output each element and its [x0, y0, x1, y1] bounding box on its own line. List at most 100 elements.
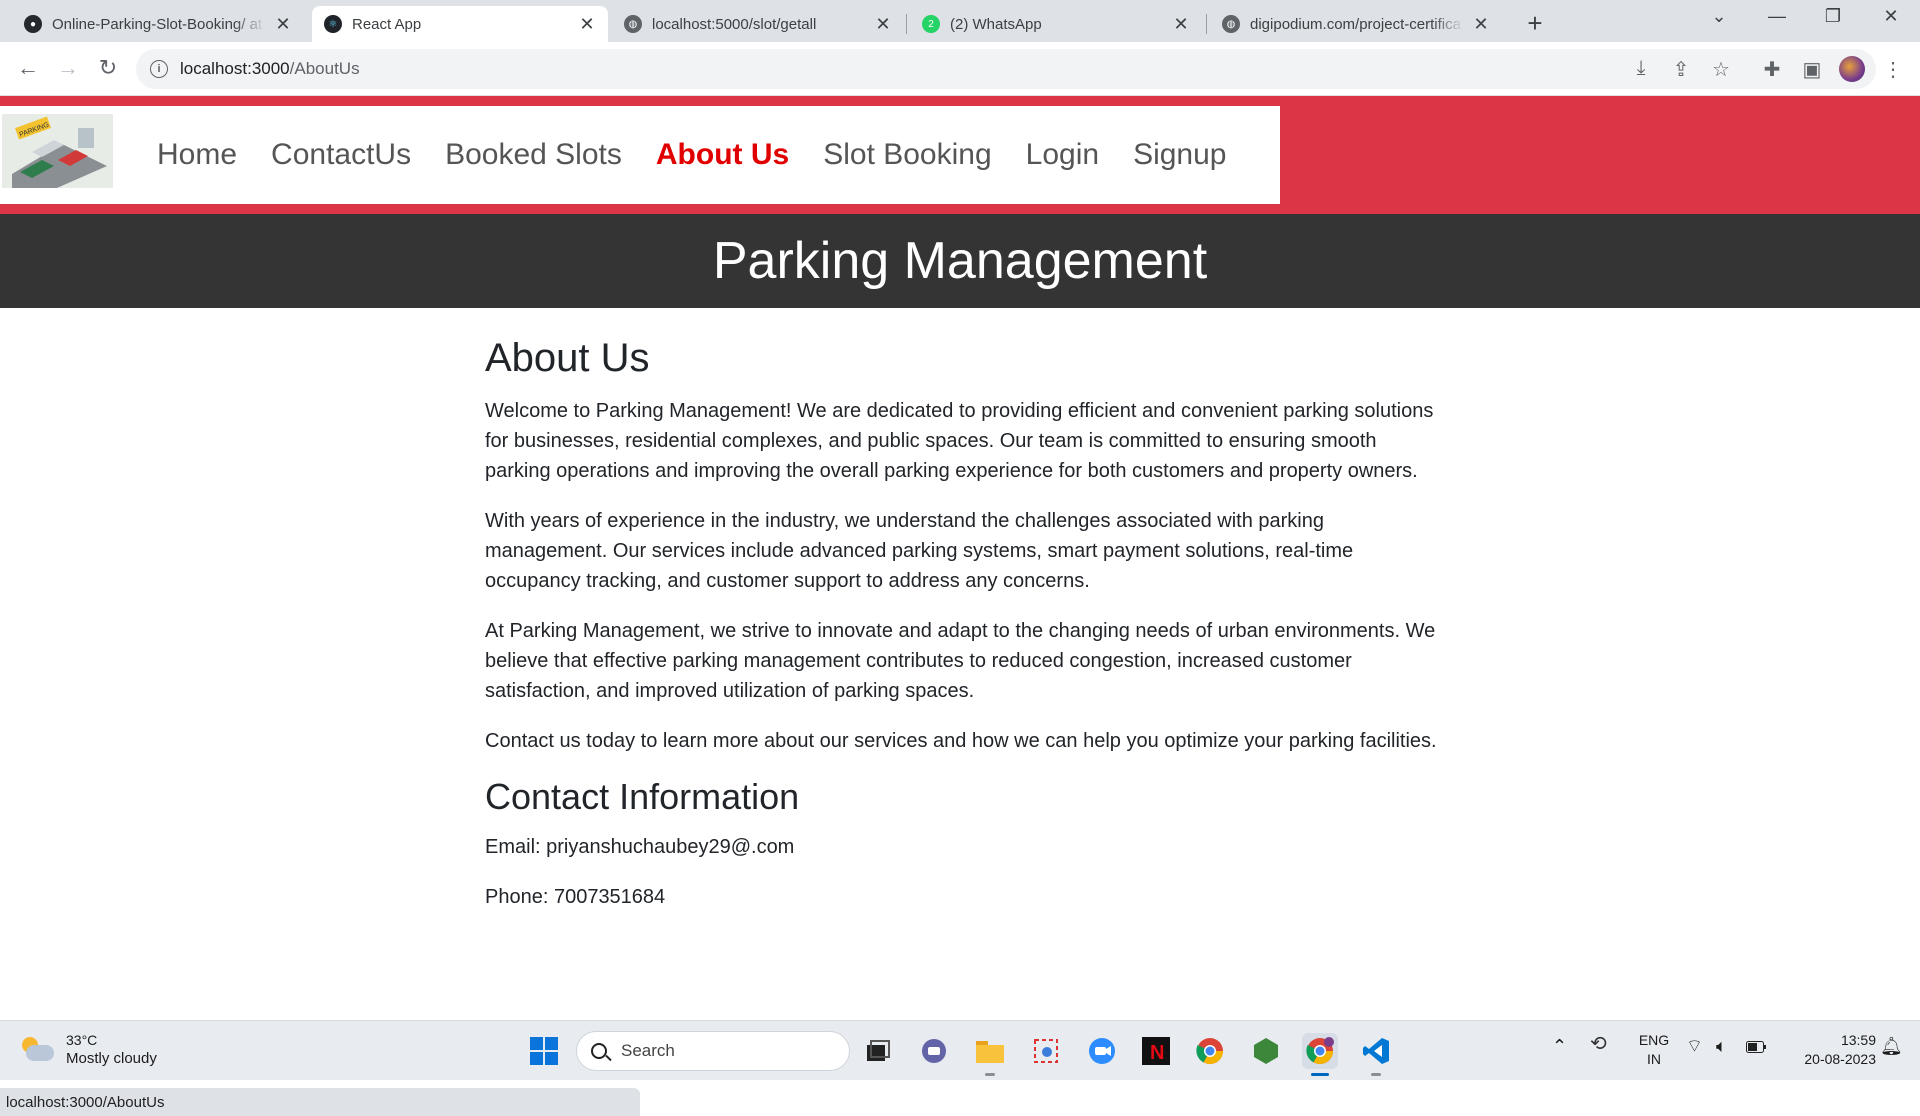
search-icon [591, 1043, 607, 1059]
contact-email: Email: priyanshuchaubey29@.com [485, 836, 795, 858]
tab-title: React App [352, 15, 422, 33]
nav-link-login[interactable]: Login [1026, 138, 1099, 172]
zoom-icon[interactable] [1084, 1033, 1120, 1069]
new-tab-button[interactable]: + [1520, 8, 1550, 39]
nav-link-booked-slots[interactable]: Booked Slots [445, 138, 622, 172]
weather-temp: 33°C [66, 1032, 98, 1048]
navbar: PARKING Home ContactUs Booked Slots Abou… [0, 106, 1280, 204]
whatsapp-icon: 2 [922, 15, 940, 33]
forward-button[interactable]: → [54, 55, 82, 81]
windows-start-icon[interactable] [526, 1033, 562, 1069]
taskbar-search-placeholder: Search [621, 1041, 675, 1060]
about-paragraph: Welcome to Parking Management! We are de… [485, 400, 1434, 482]
globe-icon: ◍ [624, 15, 642, 33]
clock[interactable]: 13:59 20-08-2023 [1780, 1031, 1876, 1069]
notification-bell-icon[interactable]: 🔔︎ [1880, 1037, 1903, 1056]
install-icon[interactable]: ⤓ [1628, 57, 1654, 80]
volume-icon[interactable]: 🔈︎ [1716, 1037, 1727, 1056]
tab-whatsapp[interactable]: 2 (2) WhatsApp ✕ [910, 6, 1202, 42]
browser-tab-bar: ● Online-Parking-Slot-Booking/ at ✕ ⚛ Re… [0, 0, 1920, 42]
url-path: /AboutUs [289, 59, 360, 78]
about-paragraph: Contact us today to learn more about our… [485, 730, 1437, 752]
github-icon: ● [24, 15, 42, 33]
tab-digipodium[interactable]: ◍ digipodium.com/project-certifica ✕ [1210, 6, 1502, 42]
sync-icon[interactable]: ⟲ [1590, 1034, 1607, 1054]
close-icon[interactable]: ✕ [578, 14, 596, 35]
language-indicator[interactable]: ENG IN [1634, 1031, 1674, 1069]
task-view-icon[interactable] [860, 1033, 896, 1069]
tab-slot-getall[interactable]: ◍ localhost:5000/slot/getall ✕ [612, 6, 904, 42]
close-icon[interactable]: ✕ [1472, 14, 1490, 35]
restore-button[interactable]: ❐ [1818, 6, 1848, 27]
globe-icon: ◍ [1222, 15, 1240, 33]
clock-time: 13:59 [1840, 1032, 1876, 1048]
snipping-tool-icon[interactable] [1028, 1033, 1064, 1069]
tab-search-chevron-icon[interactable]: ⌄ [1704, 6, 1734, 27]
parking-logo[interactable]: PARKING [2, 114, 113, 188]
chevron-up-icon[interactable]: ⌃ [1552, 1037, 1567, 1056]
menu-kebab-icon[interactable]: ⋮ [1880, 57, 1906, 82]
cloudy-weather-icon [22, 1037, 56, 1063]
tab-github[interactable]: ● Online-Parking-Slot-Booking/ at ✕ [12, 6, 304, 42]
wifi-icon[interactable]: ⌔ [1686, 1037, 1703, 1056]
netflix-icon[interactable]: N [1138, 1033, 1174, 1069]
address-bar[interactable]: i localhost:3000/AboutUs [136, 49, 1876, 89]
about-paragraph: At Parking Management, we strive to inno… [485, 620, 1436, 702]
close-icon[interactable]: ✕ [274, 14, 292, 35]
lang-top: ENG [1638, 1032, 1670, 1048]
vscode-icon[interactable] [1358, 1033, 1394, 1069]
url-host: localhost:3000 [180, 59, 290, 78]
teams-chat-icon[interactable] [916, 1033, 952, 1069]
minimize-button[interactable]: — [1762, 6, 1792, 27]
contact-phone: Phone: 7007351684 [485, 886, 666, 908]
tab-title: (2) WhatsApp [950, 15, 1042, 33]
tab-separator [906, 14, 907, 34]
taskbar-search[interactable]: Search [576, 1031, 850, 1071]
weather-widget[interactable]: 33°C Mostly cloudy [22, 1031, 157, 1069]
tab-title: digipodium.com/project-certifica [1250, 15, 1461, 33]
bookmark-star-icon[interactable]: ☆ [1708, 57, 1734, 82]
profile-avatar[interactable] [1839, 56, 1865, 82]
side-panel-icon[interactable]: ▣ [1799, 57, 1825, 82]
running-indicator [1371, 1073, 1381, 1076]
windows-taskbar: 33°C Mostly cloudy Search N ⌃ ⟲ ENG IN ⌔… [0, 1020, 1920, 1080]
nav-link-signup[interactable]: Signup [1133, 138, 1226, 172]
nav-links: Home ContactUs Booked Slots About Us Slo… [140, 106, 1243, 204]
hero-title: Parking Management [712, 232, 1208, 290]
tab-react-app[interactable]: ⚛ React App ✕ [312, 6, 608, 42]
react-icon: ⚛ [324, 15, 342, 33]
close-icon[interactable]: ✕ [874, 14, 892, 35]
chrome-icon[interactable] [1192, 1033, 1228, 1069]
tab-title: Online-Parking-Slot-Booking/ at [52, 15, 263, 33]
close-window-button[interactable]: ✕ [1876, 6, 1906, 27]
web-page: PARKING Home ContactUs Booked Slots Abou… [0, 96, 1920, 1116]
file-explorer-icon[interactable] [972, 1033, 1008, 1069]
browser-toolbar: ← → ↻ i localhost:3000/AboutUs ⤓ ⇪ ☆ ✚ ▣… [0, 42, 1920, 96]
battery-icon[interactable] [1746, 1039, 1766, 1058]
contact-heading: Contact Information [485, 776, 800, 817]
site-info-icon[interactable]: i [150, 60, 168, 78]
chrome-profile-icon[interactable] [1302, 1033, 1338, 1069]
back-button[interactable]: ← [14, 55, 42, 81]
nav-link-home[interactable]: Home [157, 138, 237, 172]
active-app-indicator [1311, 1073, 1329, 1076]
running-indicator [985, 1073, 995, 1076]
svg-text:N: N [1150, 1042, 1164, 1064]
weather-desc: Mostly cloudy [66, 1050, 157, 1067]
nav-link-slot-booking[interactable]: Slot Booking [823, 138, 991, 172]
tab-separator [1206, 14, 1207, 34]
clock-date: 20-08-2023 [1804, 1051, 1876, 1067]
extensions-icon[interactable]: ✚ [1759, 57, 1785, 82]
nav-link-about-us[interactable]: About Us [656, 138, 789, 172]
about-paragraph: With years of experience in the industry… [485, 510, 1354, 592]
tab-title: localhost:5000/slot/getall [652, 15, 817, 33]
nav-link-contactus[interactable]: ContactUs [271, 138, 411, 172]
lang-bottom: IN [1647, 1051, 1661, 1067]
share-icon[interactable]: ⇪ [1668, 57, 1694, 82]
about-content: About Us Welcome to Parking Management! … [485, 334, 1445, 932]
close-icon[interactable]: ✕ [1172, 14, 1190, 35]
reload-button[interactable]: ↻ [94, 55, 122, 81]
about-heading: About Us [485, 336, 650, 380]
hero-banner: Parking Management [0, 214, 1920, 308]
nodejs-icon[interactable] [1248, 1033, 1284, 1069]
